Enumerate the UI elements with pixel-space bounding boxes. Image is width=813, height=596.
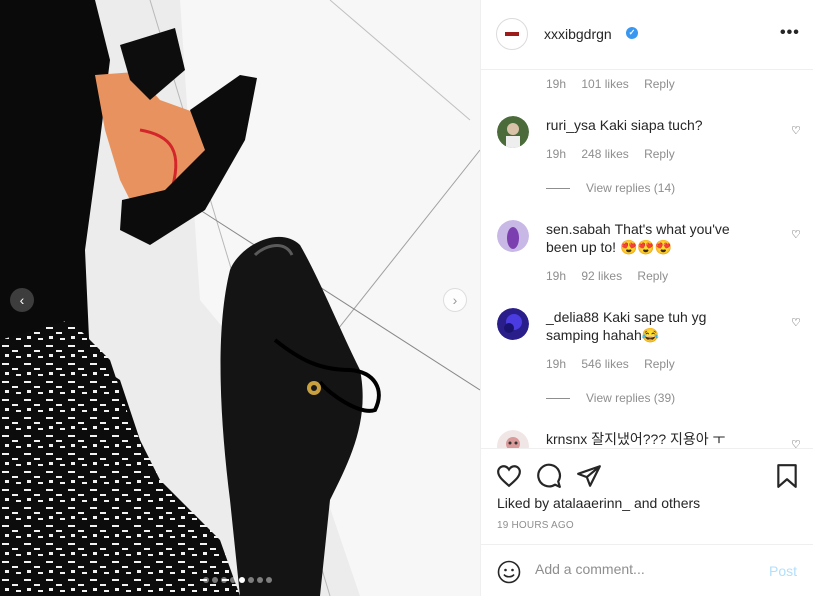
photo-image: [0, 0, 480, 596]
add-comment-bar: Post: [481, 544, 813, 596]
comments-list[interactable]: 19h 101 likes Reply ruri_ysa Kaki siapa t…: [481, 70, 813, 448]
chevron-left-icon[interactable]: ‹: [10, 288, 34, 312]
view-replies-button[interactable]: View replies (14): [546, 181, 675, 195]
heart-icon[interactable]: [496, 463, 522, 489]
commenter-avatar[interactable]: [497, 116, 529, 148]
chevron-right-icon[interactable]: ›: [443, 288, 467, 312]
view-replies-label: View replies (39): [586, 391, 676, 405]
comment-likes[interactable]: 92 likes: [581, 269, 622, 283]
comment-username[interactable]: ruri_ysa: [546, 117, 596, 133]
commenter-avatar[interactable]: [497, 220, 529, 252]
comment-body: 잘지냈어??? 지용아 ㅜ: [591, 431, 726, 447]
heart-icon[interactable]: ♡: [791, 228, 801, 241]
avatar[interactable]: [496, 18, 528, 50]
commenter-avatar[interactable]: [497, 308, 529, 340]
post-username[interactable]: xxxibgdrgn: [544, 26, 612, 42]
carousel-dot-active: [239, 577, 245, 583]
comment-username[interactable]: krnsnx: [546, 431, 587, 447]
carousel-dots: [203, 577, 272, 583]
reply-button[interactable]: Reply: [637, 269, 668, 283]
comment-time: 19h: [546, 357, 567, 371]
comment-body: Kaki siapa tuch?: [599, 117, 703, 133]
emoji-icon[interactable]: [497, 560, 521, 584]
comment-meta: 19h 101 likes Reply: [546, 77, 687, 91]
comment-likes[interactable]: 248 likes: [581, 147, 628, 161]
comment-time: 19h: [546, 147, 567, 161]
view-replies-line: [546, 397, 570, 399]
carousel-dot: [212, 577, 218, 583]
heart-icon[interactable]: ♡: [791, 124, 801, 137]
carousel-dot: [221, 577, 227, 583]
comment-text: _delia88 Kaki sape tuh yg samping hahah😂: [546, 308, 756, 344]
heart-icon[interactable]: ♡: [791, 438, 801, 448]
comment-likes[interactable]: 546 likes: [581, 357, 628, 371]
reply-button[interactable]: Reply: [644, 77, 675, 91]
comment-meta: 19h 92 likes Reply: [546, 269, 680, 283]
share-icon[interactable]: [576, 463, 602, 489]
reply-button[interactable]: Reply: [644, 357, 675, 371]
view-replies-button[interactable]: View replies (39): [546, 391, 675, 405]
comment-text: sen.sabah That's what you've been up to! …: [546, 220, 756, 256]
post-timestamp: 19 HOURS AGO: [497, 520, 574, 531]
post-photo[interactable]: ‹ ›: [0, 0, 480, 596]
carousel-dot: [248, 577, 254, 583]
comment-icon[interactable]: [536, 463, 562, 489]
bookmark-icon[interactable]: [774, 463, 800, 489]
comment-time: 19h: [546, 77, 567, 91]
comment-username[interactable]: _delia88: [546, 309, 599, 325]
carousel-dot: [257, 577, 263, 583]
post-side-panel: xxxibgdrgn ✓ ••• 19h 101 likes Reply rur…: [480, 0, 813, 596]
comment-time: 19h: [546, 269, 567, 283]
comment-text: ruri_ysa Kaki siapa tuch?: [546, 116, 756, 134]
comment-text: krnsnx 잘지냈어??? 지용아 ㅜ: [546, 430, 756, 448]
comment-meta: 19h 248 likes Reply: [546, 147, 687, 161]
comment-username[interactable]: sen.sabah: [546, 221, 611, 237]
verified-badge-icon: ✓: [626, 27, 638, 39]
more-options-icon[interactable]: •••: [780, 24, 800, 42]
comment-likes[interactable]: 101 likes: [581, 77, 628, 91]
carousel-dot: [266, 577, 272, 583]
heart-icon[interactable]: ♡: [791, 316, 801, 329]
carousel-dot: [230, 577, 236, 583]
commenter-avatar[interactable]: [497, 430, 529, 448]
post-header: xxxibgdrgn ✓ •••: [481, 0, 813, 70]
post-actions: Liked by atalaaerinn_ and others 19 HOUR…: [481, 448, 813, 544]
view-replies-label: View replies (14): [586, 181, 676, 195]
add-comment-input[interactable]: [535, 561, 755, 577]
liked-by-text[interactable]: Liked by atalaaerinn_ and others: [497, 495, 700, 511]
post-button[interactable]: Post: [769, 563, 797, 579]
carousel-dot: [203, 577, 209, 583]
view-replies-line: [546, 187, 570, 189]
reply-button[interactable]: Reply: [644, 147, 675, 161]
comment-meta: 19h 546 likes Reply: [546, 357, 687, 371]
